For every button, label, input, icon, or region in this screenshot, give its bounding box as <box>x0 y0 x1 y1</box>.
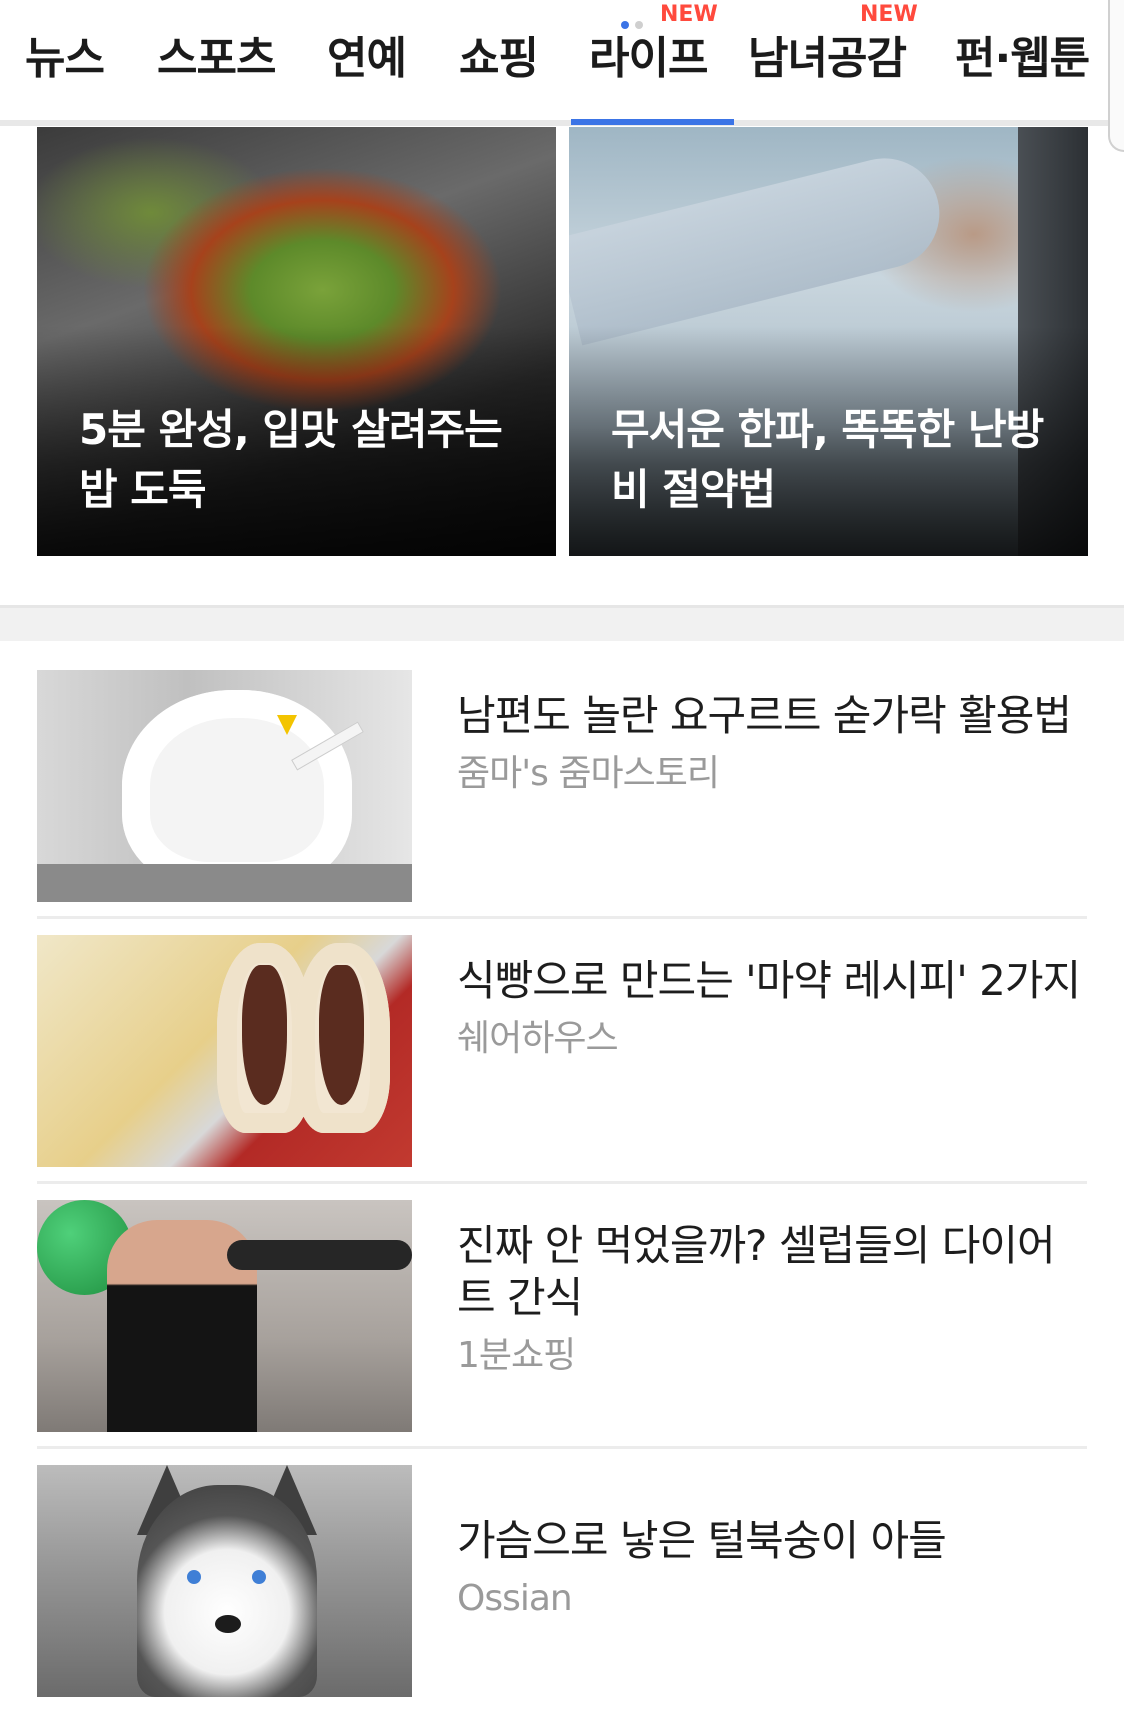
divider <box>37 1446 1087 1449</box>
list-item-source: Ossian <box>457 1578 573 1619</box>
list-item-source: 쉐어하우스 <box>457 1018 619 1059</box>
list-item[interactable]: 식빵으로 만드는 '마약 레시피' 2가지 쉐어하우스 <box>37 935 1087 1167</box>
floor-shape <box>37 864 412 902</box>
list-item-title: 남편도 놀란 요구르트 숟가락 활용법 <box>457 691 1072 740</box>
chocolate-filling-shape <box>242 965 287 1105</box>
list-item-source: 줌마's 줌마스토리 <box>457 753 720 794</box>
list-item[interactable]: 가슴으로 낳은 털북숭이 아들 Ossian <box>37 1465 1087 1697</box>
chocolate-filling-shape <box>319 965 364 1105</box>
list-item-text: 진짜 안 먹었을까? 셀럽들의 다이어트 간식 1분쇼핑 <box>457 1220 1087 1378</box>
tab-news[interactable]: 뉴스 <box>25 24 105 94</box>
list-item[interactable]: 남편도 놀란 요구르트 숟가락 활용법 줌마's 줌마스토리 <box>37 670 1087 902</box>
tab-entertainment[interactable]: 연예 <box>327 24 407 94</box>
thumbnail-image <box>37 1465 412 1697</box>
section-separator <box>0 605 1124 641</box>
hero-title-2: 무서운 한파, 똑똑한 난방비 절약법 <box>611 405 1044 514</box>
page: 뉴스 스포츠 연예 쇼핑 NEW 라이프 NEW 남녀공감 펀·웹툰 5분 완성… <box>0 0 1124 1731</box>
divider <box>37 916 1087 919</box>
list-item-title: 가슴으로 낳은 털북숭이 아들 <box>457 1516 947 1565</box>
toilet-seat-shape <box>122 690 352 890</box>
tab-shopping[interactable]: 쇼핑 <box>459 24 539 94</box>
dog-eye-shape <box>187 1570 201 1584</box>
list-item-source: 1분쇼핑 <box>457 1335 576 1376</box>
list-item-text: 식빵으로 만드는 '마약 레시피' 2가지 쉐어하우스 <box>457 955 1087 1061</box>
tab-gender-empathy[interactable]: 남녀공감 <box>748 24 907 94</box>
hero-card-1[interactable]: 5분 완성, 입맛 살려주는 밥 도둑 <box>37 127 556 556</box>
list-item-text: 남편도 놀란 요구르트 숟가락 활용법 줌마's 줌마스토리 <box>457 690 1087 796</box>
tab-fun-webtoon[interactable]: 펀·웹툰 <box>955 24 1090 94</box>
thumbnail-image <box>37 1200 412 1432</box>
hero-card-2[interactable]: 무서운 한파, 똑똑한 난방비 절약법 <box>569 127 1088 556</box>
screen-edge <box>1108 0 1124 152</box>
dog-eye-shape <box>252 1570 266 1584</box>
dog-face-shape <box>137 1485 317 1697</box>
active-tab-indicator <box>571 119 734 125</box>
list-item[interactable]: 진짜 안 먹었을까? 셀럽들의 다이어트 간식 1분쇼핑 <box>37 1200 1087 1432</box>
dog-nose-shape <box>215 1615 241 1633</box>
list-item-text: 가슴으로 낳은 털북숭이 아들 Ossian <box>457 1515 1087 1621</box>
divider <box>37 1181 1087 1184</box>
list-item-title: 진짜 안 먹었을까? 셀럽들의 다이어트 간식 <box>457 1221 1056 1322</box>
tab-sports[interactable]: 스포츠 <box>157 24 276 94</box>
thumbnail-image <box>37 935 412 1167</box>
arrow-icon <box>277 715 297 735</box>
hero-image-sleeve <box>569 146 952 346</box>
thumbnail-image <box>37 670 412 902</box>
hero-title-1: 5분 완성, 입맛 살려주는 밥 도둑 <box>79 405 503 514</box>
list-item-title: 식빵으로 만드는 '마약 레시피' 2가지 <box>457 956 1081 1005</box>
tab-life[interactable]: 라이프 <box>589 24 708 94</box>
arm-shape <box>227 1240 412 1270</box>
top-navigation: 뉴스 스포츠 연예 쇼핑 NEW 라이프 NEW 남녀공감 펀·웹툰 <box>0 0 1112 126</box>
